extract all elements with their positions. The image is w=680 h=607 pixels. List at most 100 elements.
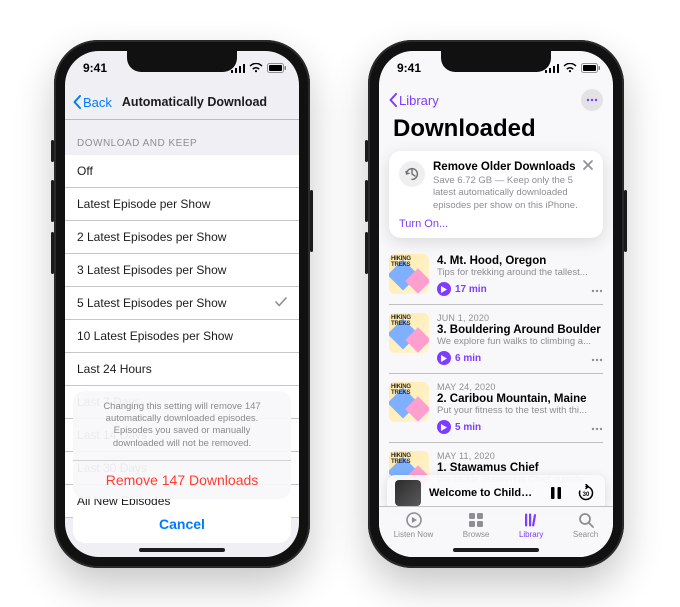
download-option-row[interactable]: Last 24 Hours	[65, 353, 299, 386]
ellipsis-icon	[591, 289, 603, 293]
play-episode-button[interactable]: 6 min	[437, 351, 481, 365]
clock-history-icon	[399, 161, 425, 187]
page-title: Downloaded	[379, 113, 613, 151]
back-button[interactable]: Back	[73, 95, 112, 110]
download-option-label: 10 Latest Episodes per Show	[77, 329, 233, 343]
chevron-left-icon	[389, 93, 397, 107]
download-option-label: 5 Latest Episodes per Show	[77, 296, 226, 310]
episode-body: 4. Mt. Hood, OregonTips for trekking aro…	[437, 254, 603, 296]
now-playing-title: Welcome to Childproof	[429, 487, 537, 499]
episode-more-button[interactable]	[591, 351, 603, 365]
episode-date: JUN 1, 2020	[437, 313, 603, 323]
play-episode-button[interactable]: 17 min	[437, 282, 487, 296]
signal-icon	[545, 63, 559, 73]
play-episode-button[interactable]: 5 min	[437, 420, 481, 434]
episode-date: MAY 11, 2020	[437, 451, 603, 461]
wifi-icon	[249, 63, 263, 73]
ellipsis-icon	[586, 98, 598, 102]
play-icon	[437, 282, 451, 296]
close-suggestion-button[interactable]	[583, 159, 593, 173]
episode-list: HIKING TREKS4. Mt. Hood, OregonTips for …	[379, 246, 613, 499]
episode-duration: 6 min	[455, 353, 481, 364]
group-header: DOWNLOAD AND KEEP	[65, 120, 299, 155]
episode-artwork: HIKING TREKS	[389, 382, 429, 422]
status-right	[231, 63, 287, 73]
episode-body: JUN 1, 20203. Bouldering Around BoulderW…	[437, 313, 603, 365]
battery-icon	[267, 63, 287, 73]
episode-duration: 17 min	[455, 284, 487, 295]
episode-play-row: 6 min	[437, 351, 603, 365]
episode-artwork: HIKING TREKS	[389, 254, 429, 294]
library-nav: Library	[379, 85, 613, 113]
library-back-button[interactable]: Library	[389, 93, 439, 108]
episode-description: Tips for trekking around the tallest...	[437, 267, 603, 278]
artwork-label: HIKING TREKS	[391, 384, 429, 396]
download-option-label: Off	[77, 164, 93, 178]
episode-row[interactable]: HIKING TREKS MAY 24, 20202. Caribou Mount…	[389, 374, 603, 443]
tab-label: Browse	[463, 530, 490, 539]
grid-icon	[467, 511, 485, 529]
pause-icon	[550, 486, 562, 500]
download-option-row[interactable]: 10 Latest Episodes per Show	[65, 320, 299, 353]
battery-icon	[581, 63, 601, 73]
pause-button[interactable]	[545, 482, 567, 504]
turn-on-button[interactable]: Turn On...	[399, 218, 593, 230]
nav-title: Automatically Download	[122, 95, 291, 109]
download-option-row[interactable]: 3 Latest Episodes per Show	[65, 254, 299, 287]
episode-artwork: HIKING TREKS	[389, 313, 429, 353]
action-sheet-message: Changing this setting will remove 147 au…	[73, 391, 291, 461]
remove-older-downloads-card: Remove Older Downloads Save 6.72 GB — Ke…	[389, 151, 603, 238]
goforward-30-icon: 30	[577, 484, 595, 502]
play-icon	[437, 420, 451, 434]
tab-listen-now[interactable]: Listen Now	[394, 511, 434, 539]
download-option-row[interactable]: 2 Latest Episodes per Show	[65, 221, 299, 254]
nav-bar: Back Automatically Download	[65, 85, 299, 120]
download-option-row[interactable]: 5 Latest Episodes per Show	[65, 287, 299, 320]
tab-browse[interactable]: Browse	[463, 511, 490, 539]
download-option-row[interactable]: Latest Episode per Show	[65, 188, 299, 221]
action-sheet: Changing this setting will remove 147 au…	[73, 391, 291, 543]
download-option-label: 2 Latest Episodes per Show	[77, 230, 226, 244]
skip-forward-30-button[interactable]: 30	[575, 482, 597, 504]
silent-switch	[51, 140, 54, 162]
episode-title: 2. Caribou Mountain, Maine	[437, 393, 603, 405]
library-back-label: Library	[399, 93, 439, 108]
action-sheet-card: Changing this setting will remove 147 au…	[73, 391, 291, 499]
suggestion-body: Save 6.72 GB — Keep only the 5 latest au…	[433, 175, 593, 212]
tab-library[interactable]: Library	[519, 511, 543, 539]
episode-title: 4. Mt. Hood, Oregon	[437, 255, 603, 267]
ellipsis-icon	[591, 427, 603, 431]
silent-switch	[365, 140, 368, 162]
episode-row[interactable]: HIKING TREKS 4. Mt. Hood, OregonTips for …	[389, 246, 603, 305]
ellipsis-icon	[591, 358, 603, 362]
search-icon	[577, 511, 595, 529]
cancel-button[interactable]: Cancel	[73, 505, 291, 543]
episode-description: We explore fun walks to climbing a...	[437, 336, 603, 347]
checkmark-icon	[275, 296, 287, 310]
tab-label: Library	[519, 530, 543, 539]
episode-row[interactable]: HIKING TREKSJUN 1, 20203. Bouldering Aro…	[389, 305, 603, 374]
back-label: Back	[83, 95, 112, 110]
volume-down-button	[51, 232, 54, 274]
episode-more-button[interactable]	[591, 420, 603, 434]
play-icon	[437, 351, 451, 365]
remove-downloads-button[interactable]: Remove 147 Downloads	[73, 461, 291, 499]
artwork-label: HIKING TREKS	[391, 256, 429, 268]
signal-icon	[231, 63, 245, 73]
status-time: 9:41	[83, 61, 107, 75]
episode-more-button[interactable]	[591, 282, 603, 296]
episode-body: MAY 24, 20202. Caribou Mountain, MainePu…	[437, 382, 603, 434]
screen-left: 9:41 Back Automatically Download DOWNLOA…	[65, 51, 299, 557]
side-button	[310, 190, 313, 252]
iphone-device-right: 9:41 Library Downloaded	[368, 40, 624, 568]
episode-play-row: 17 min	[437, 282, 603, 296]
tab-search[interactable]: Search	[573, 511, 598, 539]
iphone-device-left: 9:41 Back Automatically Download DOWNLOA…	[54, 40, 310, 568]
tab-label: Search	[573, 530, 598, 539]
status-right	[545, 63, 601, 73]
more-options-button[interactable]	[581, 89, 603, 111]
home-indicator	[139, 548, 225, 552]
volume-up-button	[365, 180, 368, 222]
home-indicator	[453, 548, 539, 552]
download-option-row[interactable]: Off	[65, 155, 299, 188]
